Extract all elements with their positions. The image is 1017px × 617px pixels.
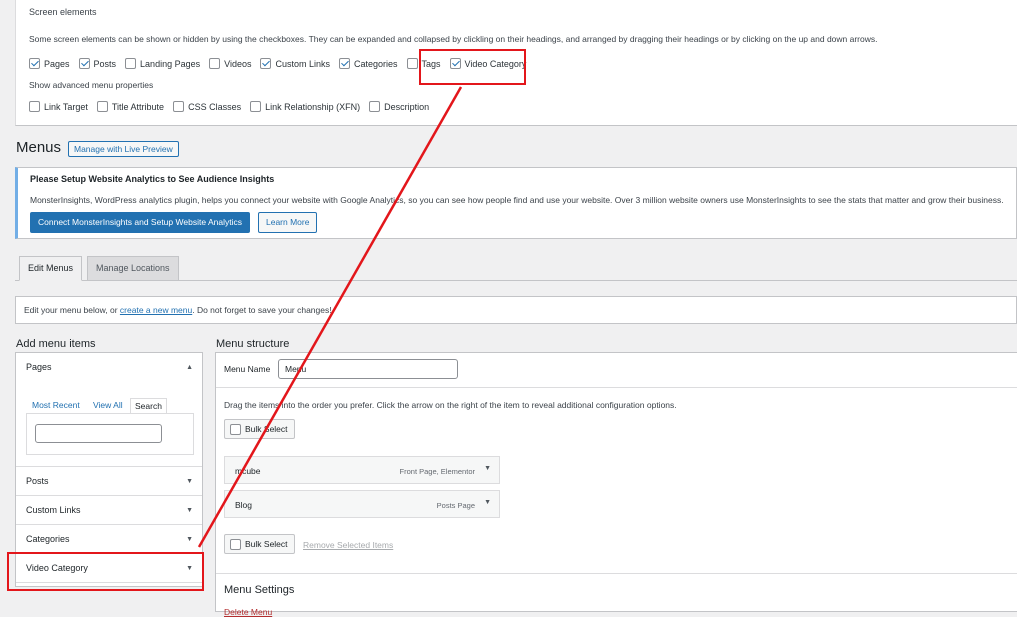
annotation-line — [197, 86, 463, 548]
annotation-arrow — [197, 86, 463, 548]
